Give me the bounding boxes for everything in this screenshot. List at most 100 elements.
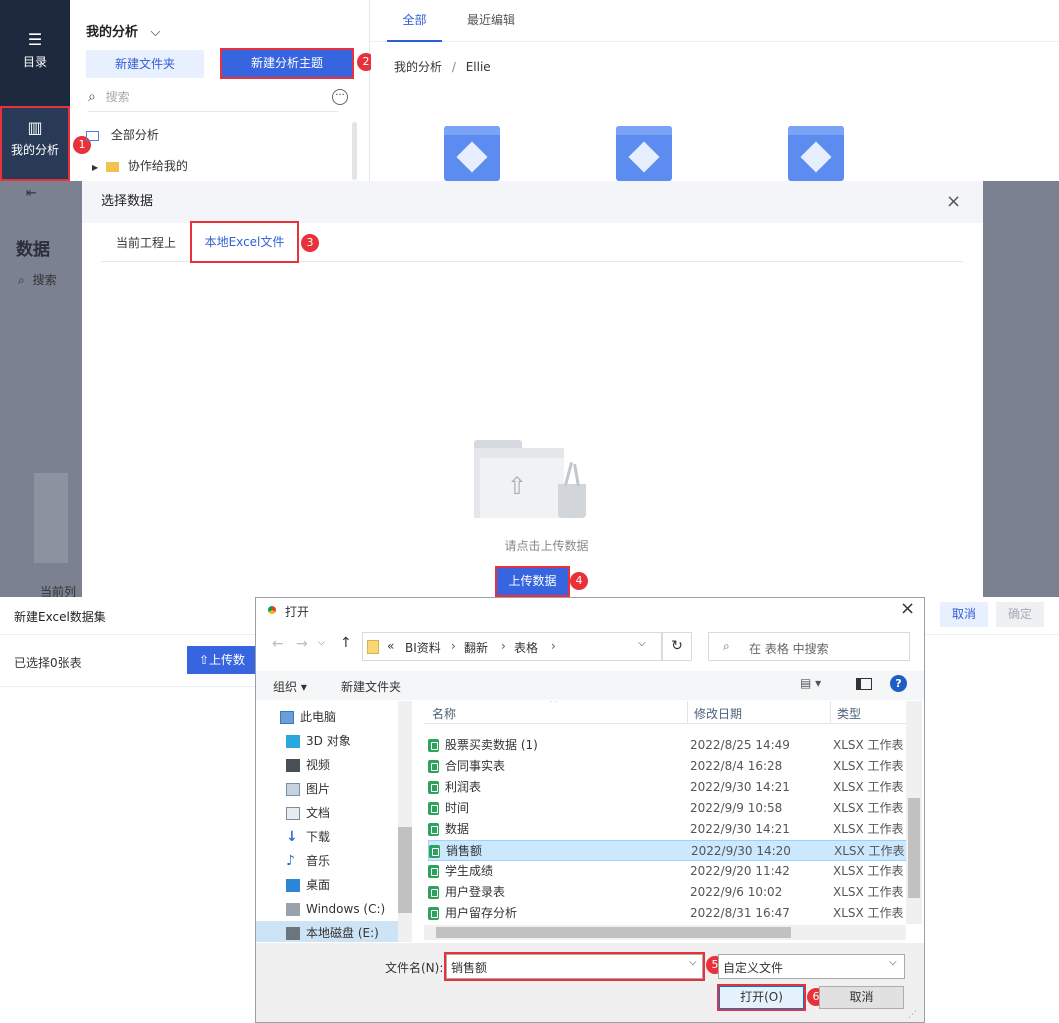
confirm-button[interactable]: 确定 — [996, 602, 1044, 627]
tab-recent[interactable]: 最近编辑 — [467, 0, 515, 42]
sidebar-scrollbar[interactable] — [352, 122, 357, 180]
search-input[interactable]: ⌕ 搜索 — [88, 88, 338, 112]
help-icon[interactable]: ? — [890, 675, 907, 692]
file-row[interactable]: 用户留存分析 2022/8/31 16:47 XLSX 工作表 — [428, 903, 908, 924]
file-row[interactable]: 销售额 2022/9/30 14:20 XLSX 工作表 — [428, 840, 908, 861]
file-type-select[interactable]: 自定义文件 ⌵ — [718, 954, 905, 979]
file-type-cell: XLSX 工作表 — [833, 822, 904, 836]
upload-arrow-icon: ⇧ — [507, 472, 528, 500]
file-date-cell: 2022/8/4 16:28 — [690, 759, 783, 773]
new-folder-button[interactable]: 新建文件夹 — [341, 678, 401, 695]
drive-icon — [286, 927, 300, 940]
tree-pictures[interactable]: 图片 — [286, 777, 330, 801]
tree-this-pc[interactable]: 此电脑 — [280, 705, 336, 729]
step-badge-3: 3 — [301, 234, 319, 252]
tree-scrollbar[interactable] — [398, 701, 412, 942]
tree-3d[interactable]: 3D 对象 — [286, 729, 351, 753]
file-name-cell: 合同事实表 — [428, 756, 505, 777]
excel-dataset-panel: 新建Excel数据集 已选择0张表 ⇧上传数 取消 确定 打开 × ← → ⌵ … — [0, 597, 1059, 1023]
preview-pane-icon[interactable] — [856, 678, 872, 690]
separator-icon: › — [451, 639, 456, 653]
analysis-icon — [86, 130, 99, 141]
chevron-down-icon[interactable]: ⌵ — [689, 957, 697, 968]
dialog-title: 打开 — [285, 605, 310, 619]
file-row[interactable]: 时间 2022/9/9 10:58 XLSX 工作表 — [428, 798, 908, 819]
dimmed-background — [983, 181, 1059, 597]
cancel-button[interactable]: 取消 — [819, 986, 904, 1009]
file-row[interactable]: 利润表 2022/9/30 14:21 XLSX 工作表 — [428, 777, 908, 798]
file-row[interactable]: 股票买卖数据 (1) 2022/8/25 14:49 XLSX 工作表 — [428, 735, 908, 756]
close-icon[interactable]: × — [900, 598, 915, 619]
scrollbar-thumb[interactable] — [436, 927, 791, 938]
close-icon[interactable]: × — [946, 191, 961, 212]
folder-icon — [105, 161, 119, 172]
chevron-down-icon[interactable]: ⌵ — [638, 638, 646, 649]
tab-current-project[interactable]: 当前工程上 — [116, 234, 176, 251]
tab-all[interactable]: 全部 — [387, 0, 442, 42]
breadcrumb: 我的分析 / Ellie — [394, 60, 491, 74]
file-name-cell: 学生成绩 — [428, 861, 493, 882]
analysis-sidebar: 我的分析 ⌵ 新建文件夹 新建分析主题 ⌕ 搜索 ··· 全部分析 ▶ 协作给我… — [70, 0, 370, 181]
column-type[interactable]: 类型 — [837, 705, 861, 722]
back-icon[interactable]: ← — [272, 636, 284, 652]
address-bar[interactable]: « BI资料 › 翻新 › 表格 › ⌵ — [362, 632, 662, 661]
tab-local-excel[interactable]: 本地Excel文件 — [190, 221, 299, 263]
upload-button[interactable]: ⇧上传数 — [187, 646, 257, 674]
tree-video[interactable]: 视频 — [286, 753, 330, 777]
file-row[interactable]: 合同事实表 2022/8/4 16:28 XLSX 工作表 — [428, 756, 908, 777]
view-options-icon[interactable]: ▤ ▾ — [800, 676, 821, 690]
new-folder-button[interactable]: 新建文件夹 — [86, 50, 204, 78]
tree-shared[interactable]: ▶ 协作给我的 — [92, 157, 188, 174]
nav-catalog[interactable]: ☰ 目录 — [0, 30, 70, 70]
upload-hint: 请点击上传数据 — [504, 539, 589, 553]
tree-drive-c[interactable]: Windows (C:) — [286, 897, 385, 921]
sidebar-title[interactable]: 我的分析 ⌵ — [86, 21, 160, 40]
nav-my-analysis[interactable]: ▥ 我的分析 — [0, 106, 70, 181]
tree-documents[interactable]: 文档 — [286, 801, 330, 825]
history-dropdown-icon[interactable]: ⌵ — [318, 638, 325, 648]
list-hscrollbar[interactable] — [424, 925, 906, 940]
search-icon: ⌕ — [18, 273, 25, 287]
filename-input[interactable]: 销售额 ⌵ — [444, 952, 705, 981]
drive-icon — [286, 903, 300, 916]
tree-downloads[interactable]: ↓ 下载 — [286, 825, 330, 849]
tree-music[interactable]: ♪ 音乐 — [286, 849, 330, 873]
bg-illustration — [34, 473, 68, 563]
tree-all[interactable]: 全部分析 — [86, 126, 159, 143]
file-row[interactable]: 数据 2022/9/30 14:21 XLSX 工作表 — [428, 819, 908, 840]
resize-grip-icon[interactable]: ⋰ — [908, 1010, 917, 1020]
more-icon[interactable]: ··· — [332, 89, 348, 105]
scrollbar-thumb[interactable] — [908, 798, 920, 898]
file-type-cell: XLSX 工作表 — [833, 780, 904, 794]
tree-desktop[interactable]: 桌面 — [286, 873, 330, 897]
chart-icon: ▥ — [27, 118, 43, 137]
open-button[interactable]: 打开(O) — [717, 984, 806, 1011]
new-subject-button[interactable]: 新建分析主题 — [220, 48, 354, 79]
excel-file-icon — [428, 781, 439, 794]
left-nav: ☰ 目录 ▥ 我的分析 — [0, 0, 70, 181]
scrollbar-thumb[interactable] — [398, 827, 412, 913]
excel-file-icon — [428, 802, 439, 815]
organize-menu[interactable]: 组织 ▾ — [273, 678, 307, 695]
search-input[interactable]: ⌕ 在 表格 中搜索 — [708, 632, 910, 661]
tree-drive-e[interactable]: 本地磁盘 (E:) — [256, 921, 398, 942]
up-icon[interactable]: ↑ — [340, 635, 352, 651]
subject-card[interactable] — [616, 126, 672, 181]
file-row[interactable]: 用户登录表 2022/9/6 10:02 XLSX 工作表 — [428, 882, 908, 903]
forward-icon[interactable]: → — [296, 636, 308, 652]
collapse-icon: ⇤ — [26, 186, 37, 201]
search-icon: ⌕ — [88, 89, 96, 105]
subject-card[interactable] — [444, 126, 500, 181]
column-name[interactable]: 名称 — [432, 705, 456, 722]
list-vscrollbar[interactable] — [906, 701, 922, 924]
upload-data-button[interactable]: 上传数据 — [495, 566, 570, 597]
nav-tree: 此电脑 3D 对象 视频 图片 文档 ↓ 下载 ♪ 音乐 桌面 Windows (C… — [256, 701, 414, 942]
refresh-icon[interactable]: ↻ — [662, 632, 692, 661]
cancel-button[interactable]: 取消 — [940, 602, 988, 627]
column-date[interactable]: 修改日期 — [694, 705, 742, 722]
chrome-icon — [265, 603, 279, 617]
subject-card[interactable] — [788, 126, 844, 181]
computer-icon — [280, 711, 294, 724]
file-row[interactable]: 学生成绩 2022/9/20 11:42 XLSX 工作表 — [428, 861, 908, 882]
file-name-cell: 利润表 — [428, 777, 481, 798]
